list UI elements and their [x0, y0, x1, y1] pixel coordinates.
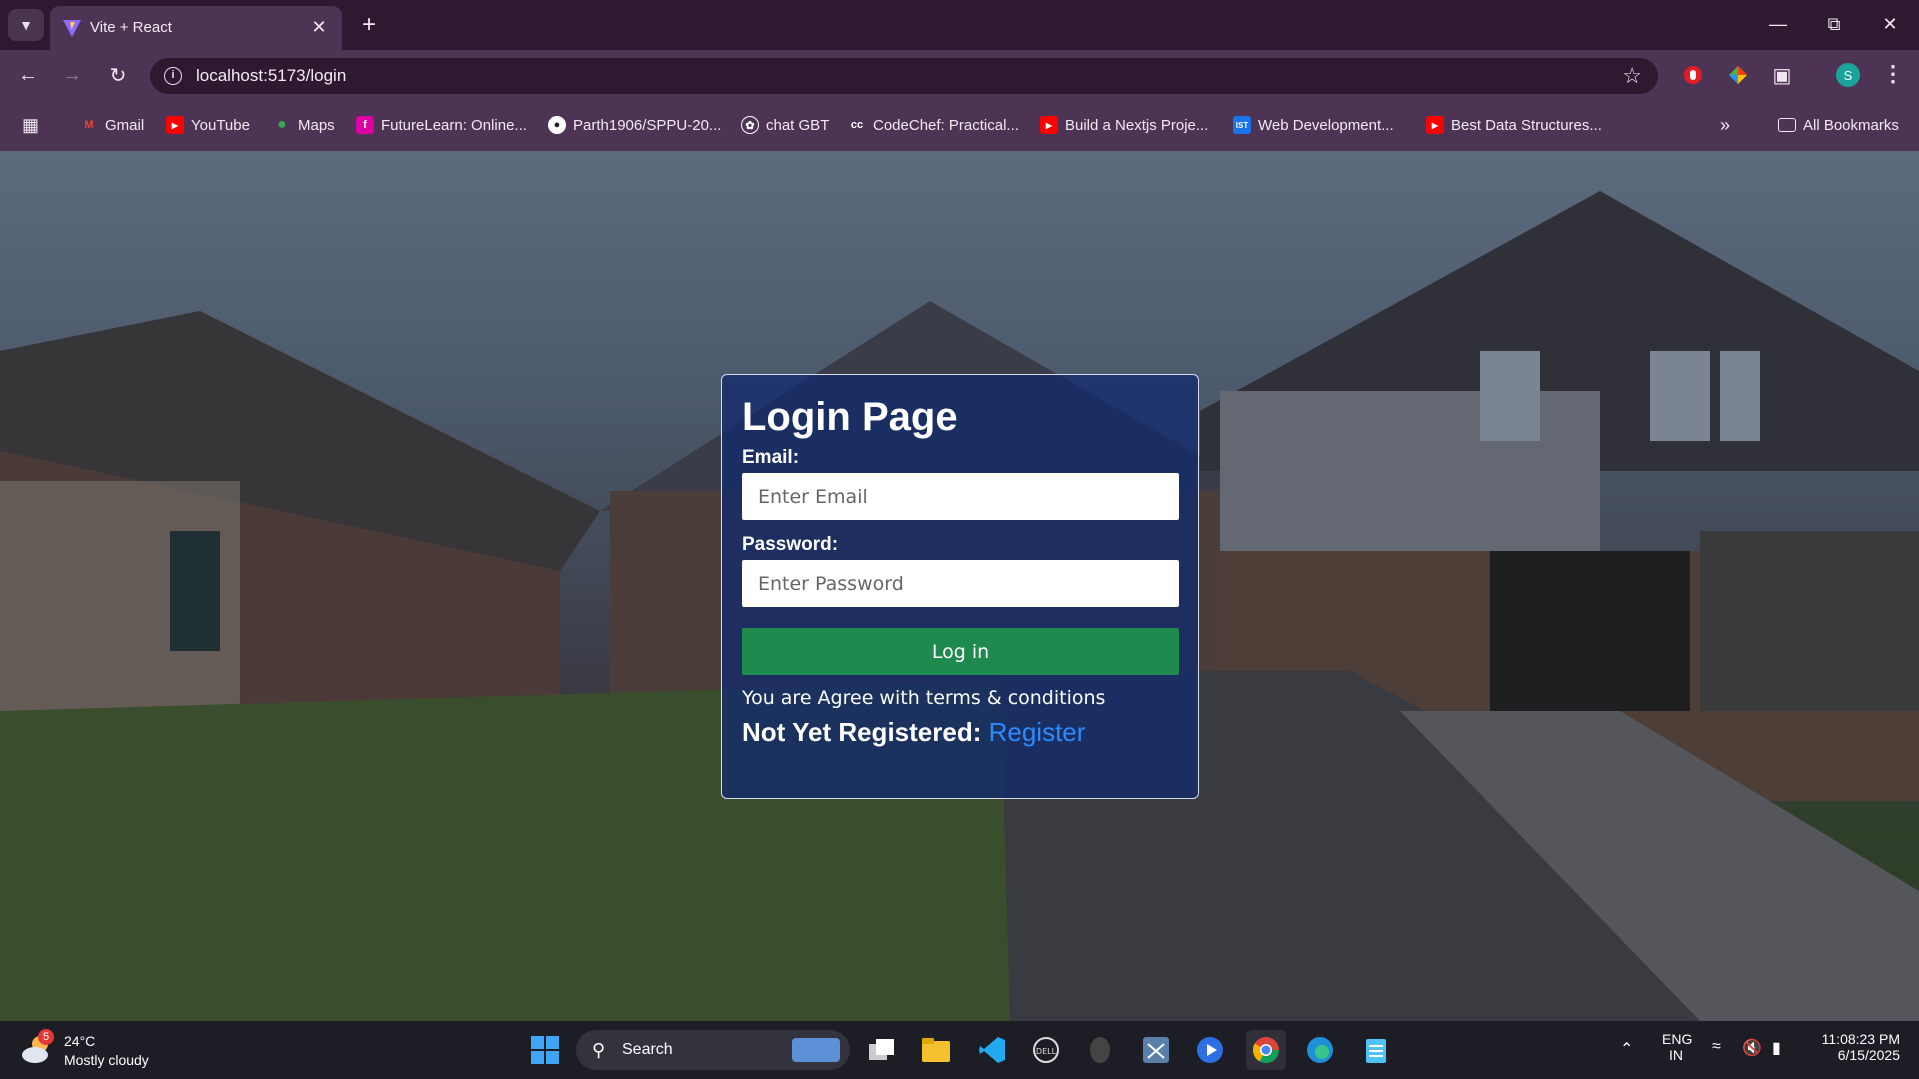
bookmark-gmail[interactable]: M Gmail — [80, 114, 144, 136]
weather-badge: 5 — [38, 1029, 54, 1045]
bookmark-datastructures[interactable]: ▶ Best Data Structures... — [1426, 114, 1602, 136]
profile-avatar[interactable]: S — [1836, 63, 1860, 87]
login-button[interactable]: Log in — [742, 628, 1179, 675]
bookmark-maps[interactable]: ● Maps — [273, 114, 335, 136]
bookmark-chatgbt[interactable]: ✿ chat GBT — [741, 114, 829, 136]
chevron-down-icon: ▼ — [19, 17, 33, 33]
folder-icon — [1778, 118, 1796, 132]
register-link[interactable]: Register — [989, 717, 1086, 747]
password-label: Password: — [742, 534, 839, 555]
back-button[interactable]: ← — [12, 59, 44, 91]
futurelearn-icon: f — [356, 116, 374, 134]
clock-time: 11:08:23 PM — [1821, 1031, 1900, 1047]
youtube-icon: ▶ — [166, 116, 184, 134]
page-viewport: Login Page Email: Password: Log in You a… — [0, 151, 1919, 1021]
clock[interactable]: 11:08:23 PM 6/15/2025 — [1808, 1031, 1900, 1063]
vite-logo-icon — [63, 20, 81, 37]
terms-text: You are Agree with terms & conditions — [742, 687, 1106, 709]
github-icon: ● — [548, 116, 566, 134]
dell-icon[interactable]: DELL — [1026, 1030, 1066, 1070]
volume-muted-icon[interactable]: 🔇 — [1742, 1038, 1762, 1058]
url-text: localhost:5173/login — [196, 66, 347, 85]
tab-search-button[interactable]: ▼ — [8, 9, 44, 41]
bookmark-github[interactable]: ● Parth1906/SPPU-20... — [548, 114, 721, 136]
alienware-icon[interactable] — [1080, 1030, 1120, 1070]
reload-button[interactable]: ↻ — [102, 59, 134, 91]
tab-vite-react[interactable]: Vite + React ✕ — [50, 6, 342, 50]
extension-shield-icon[interactable] — [1681, 63, 1705, 87]
register-prompt: Not Yet Registered: — [742, 717, 982, 747]
all-bookmarks[interactable]: All Bookmarks — [1778, 114, 1899, 136]
forward-button[interactable]: → — [56, 59, 88, 91]
restore-button[interactable]: ⧉ — [1812, 8, 1856, 40]
browser-tab-strip: ▼ Vite + React ✕ + — ⧉ ✕ — [0, 0, 1919, 50]
vscode-icon[interactable] — [972, 1030, 1012, 1070]
email-label: Email: — [742, 447, 800, 468]
gmail-icon: M — [84, 119, 94, 131]
snipping-tool-icon[interactable] — [1136, 1030, 1176, 1070]
tray-overflow-chevron-icon[interactable]: ⌃ — [1620, 1039, 1633, 1059]
menu-kebab-icon[interactable]: ⋮ — [1882, 61, 1904, 87]
edge-icon[interactable] — [1300, 1030, 1340, 1070]
email-input[interactable] — [742, 473, 1179, 520]
notepad-icon[interactable] — [1356, 1030, 1396, 1070]
login-title: Login Page — [742, 395, 958, 439]
start-button[interactable] — [525, 1030, 565, 1070]
file-explorer-icon[interactable] — [916, 1030, 956, 1070]
apps-grid-icon[interactable]: ▦ — [22, 114, 39, 136]
login-card: Login Page Email: Password: Log in You a… — [721, 374, 1199, 799]
weather-condition: Mostly cloudy — [64, 1052, 149, 1068]
wifi-icon[interactable]: ≈ — [1712, 1038, 1721, 1056]
weather-widget[interactable]: 5 24°C Mostly cloudy — [20, 1029, 180, 1071]
youtube-icon: ▶ — [1426, 116, 1444, 134]
close-tab-icon[interactable]: ✕ — [308, 16, 330, 38]
windows-logo-icon — [531, 1036, 559, 1064]
search-highlight-icon — [792, 1038, 840, 1062]
battery-icon[interactable]: ▮ — [1772, 1038, 1781, 1058]
clock-date: 6/15/2025 — [1837, 1047, 1900, 1063]
windows-taskbar: 5 24°C Mostly cloudy ⚲ Search DELL ⌃ ENG… — [0, 1021, 1919, 1079]
chrome-icon[interactable] — [1246, 1030, 1286, 1070]
language-line1: ENG — [1662, 1031, 1693, 1047]
bookmarks-bar: ▦ M Gmail ▶ YouTube ● Maps f FutureLearn… — [0, 100, 1919, 152]
site-info-icon[interactable]: i — [164, 67, 182, 85]
bookmark-nextjs[interactable]: ▶ Build a Nextjs Proje... — [1040, 114, 1208, 136]
search-icon: ⚲ — [592, 1040, 606, 1060]
taskbar-search-label: Search — [622, 1041, 673, 1058]
new-tab-button[interactable]: + — [354, 10, 384, 40]
extensions-puzzle-icon[interactable]: ▣ — [1770, 63, 1794, 87]
minimize-button[interactable]: — — [1756, 8, 1800, 40]
taskbar-search[interactable]: ⚲ Search — [576, 1030, 850, 1070]
close-window-button[interactable]: ✕ — [1868, 8, 1912, 40]
openai-icon: ✿ — [741, 116, 759, 134]
language-indicator[interactable]: ENG IN — [1662, 1031, 1693, 1063]
more-bookmarks-icon[interactable]: » — [1720, 114, 1730, 136]
svg-text:DELL: DELL — [1036, 1047, 1057, 1056]
bookmark-webdev[interactable]: IST Web Development... — [1233, 114, 1394, 136]
codechef-icon: cc — [850, 119, 864, 131]
ist-icon: IST — [1233, 116, 1251, 134]
password-input[interactable] — [742, 560, 1179, 607]
bookmark-codechef[interactable]: cc CodeChef: Practical... — [848, 114, 1019, 136]
register-line: Not Yet Registered: Register — [742, 717, 1178, 748]
bookmark-youtube[interactable]: ▶ YouTube — [166, 114, 250, 136]
task-view-icon[interactable] — [862, 1030, 902, 1070]
browser-toolbar: ← → ↻ i localhost:5173/login ☆ ▣ S ⋮ — [0, 50, 1919, 100]
weather-temperature: 24°C — [64, 1033, 96, 1049]
address-bar[interactable]: i localhost:5173/login ☆ — [150, 58, 1658, 94]
language-line2: IN — [1669, 1047, 1683, 1063]
youtube-icon: ▶ — [1040, 116, 1058, 134]
media-player-icon[interactable] — [1190, 1030, 1230, 1070]
extension-color-icon[interactable] — [1726, 63, 1750, 87]
bookmark-star-icon[interactable]: ☆ — [1622, 63, 1642, 89]
tab-title: Vite + React — [90, 19, 172, 36]
bookmark-futurelearn[interactable]: f FutureLearn: Online... — [356, 114, 527, 136]
maps-icon: ● — [277, 116, 287, 133]
